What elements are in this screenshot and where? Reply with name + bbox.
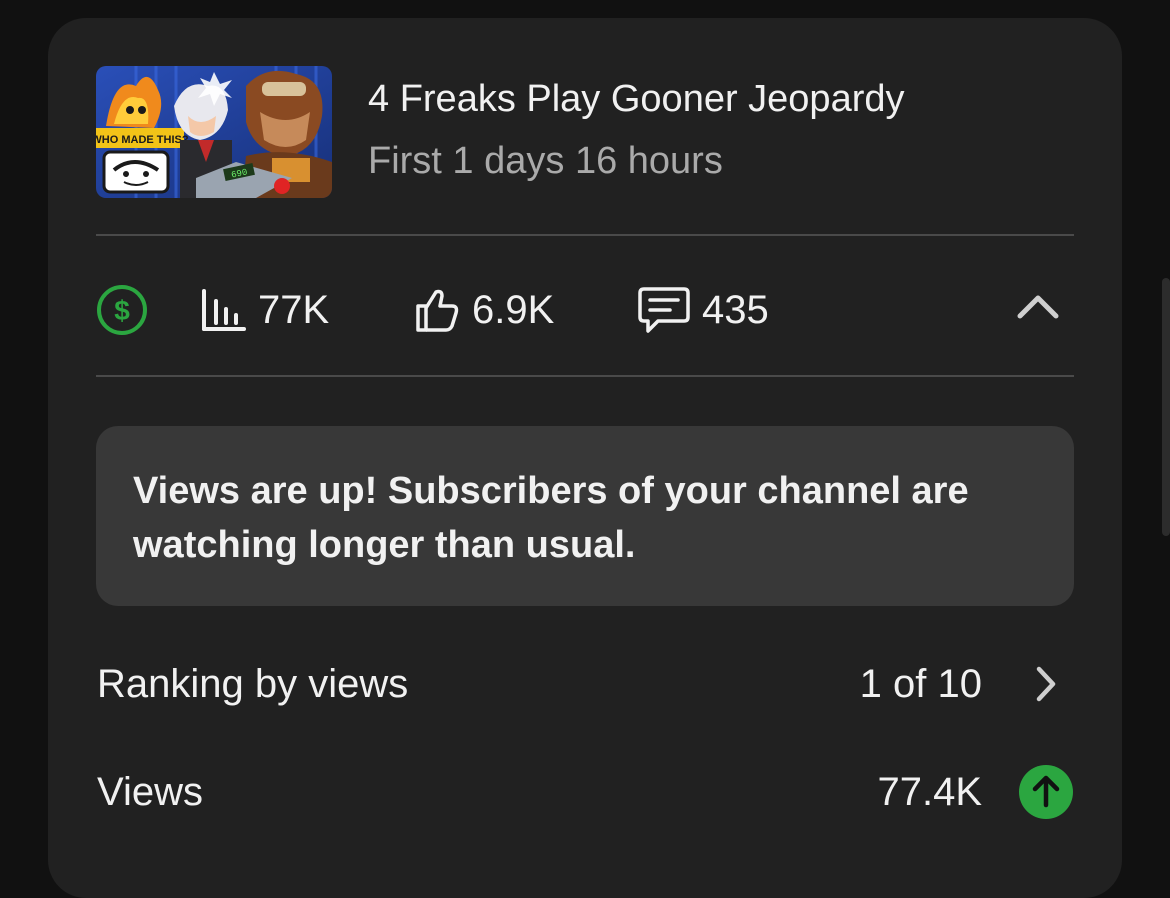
dollar-circle-icon: $ xyxy=(97,285,147,335)
ranking-label: Ranking by views xyxy=(97,662,409,706)
likes-stat[interactable]: 6.9K xyxy=(412,284,554,336)
views-total: 77.4K xyxy=(877,770,982,814)
ranking-value: 1 of 10 xyxy=(859,662,982,706)
chevron-right-icon[interactable] xyxy=(1018,656,1074,712)
comments-stat[interactable]: 435 xyxy=(638,284,769,336)
svg-text:$: $ xyxy=(114,295,130,326)
video-header[interactable]: WHO MADE THIS? 690 4 Freaks Play Gooner … xyxy=(96,66,1074,198)
views-label: Views xyxy=(97,770,203,814)
insight-banner: Views are up! Subscribers of your channe… xyxy=(96,426,1074,606)
bar-chart-icon xyxy=(202,289,246,331)
divider-top xyxy=(96,234,1074,236)
video-title[interactable]: 4 Freaks Play Gooner Jeopardy xyxy=(368,78,905,121)
collapse-button[interactable] xyxy=(1016,292,1060,325)
views-count: 77K xyxy=(258,287,330,332)
stats-bar: $ 77K 6.9K 435 xyxy=(96,270,1074,350)
views-row[interactable]: Views 77.4K xyxy=(96,762,1074,822)
thumbnail-banner-text: WHO MADE THIS? xyxy=(96,134,189,146)
ranking-row[interactable]: Ranking by views 1 of 10 xyxy=(96,654,1074,714)
video-analytics-card: WHO MADE THIS? 690 4 Freaks Play Gooner … xyxy=(48,18,1170,898)
likes-count: 6.9K xyxy=(472,287,555,332)
comment-icon xyxy=(638,287,690,333)
views-stat[interactable]: 77K xyxy=(200,284,329,336)
comments-count: 435 xyxy=(702,287,769,332)
chevron-up-icon xyxy=(1017,295,1059,319)
scrollbar[interactable] xyxy=(1162,278,1170,536)
monetization-stat[interactable]: $ xyxy=(96,284,148,336)
video-thumbnail[interactable]: WHO MADE THIS? 690 xyxy=(96,66,332,198)
thumbnail-image: WHO MADE THIS? 690 xyxy=(96,66,332,198)
arrow-up-circle-icon xyxy=(1018,764,1074,820)
thumbs-up-icon xyxy=(416,289,459,332)
divider-bottom xyxy=(96,375,1074,377)
video-period: First 1 days 16 hours xyxy=(368,140,723,182)
insight-message: Views are up! Subscribers of your channe… xyxy=(133,470,969,566)
